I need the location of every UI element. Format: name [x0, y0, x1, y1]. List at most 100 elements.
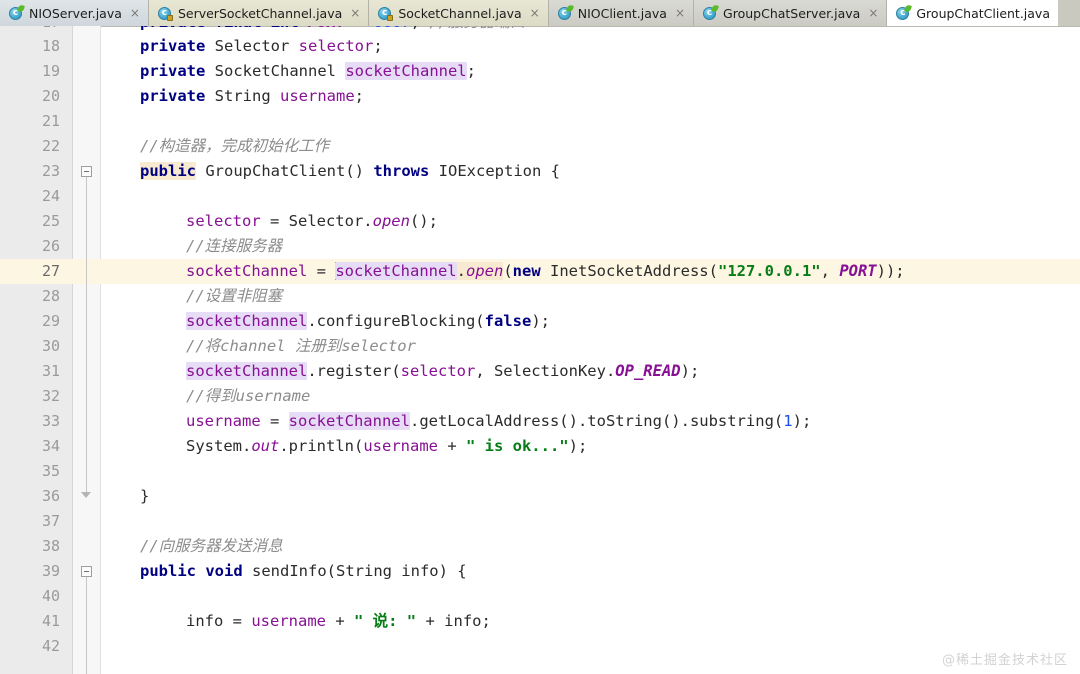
- line-source: selector = Selector.open();: [186, 212, 438, 230]
- line-number: 22: [41, 137, 60, 155]
- line-number: 36: [41, 487, 60, 505]
- line-number: 35: [41, 462, 60, 480]
- tab-socketchannel-java[interactable]: c SocketChannel.java ×: [369, 0, 549, 26]
- fold-marker-line-39[interactable]: [81, 566, 92, 577]
- code-line-27: 27 socketChannel = socketChannel.open(ne…: [0, 259, 1080, 284]
- code-line-36: 36 }: [0, 484, 1080, 509]
- java-class-icon: c: [703, 4, 719, 20]
- tab-nioclient-java[interactable]: c NIOClient.java ×: [548, 0, 695, 26]
- code-editor[interactable]: 17 private final int PORT = 6667; //服务器端…: [0, 26, 1080, 674]
- line-number: 41: [41, 612, 60, 630]
- code-line-42: 42: [0, 634, 1080, 659]
- line-source: }: [140, 487, 150, 505]
- code-line-34: 34 System.out.println(username + " is ok…: [0, 434, 1080, 459]
- line-source: socketChannel.register(selector, Selecti…: [186, 362, 700, 380]
- line-source: info = username + " 说: " + info;: [186, 612, 491, 630]
- line-source: private Selector selector;: [140, 37, 383, 55]
- code-line-19: 19 private SocketChannel socketChannel;: [0, 59, 1080, 84]
- tab-close-icon[interactable]: ×: [348, 7, 360, 19]
- line-number: 18: [41, 37, 60, 55]
- line-number: 32: [41, 387, 60, 405]
- code-line-24: 24: [0, 184, 1080, 209]
- line-number: 27: [41, 262, 60, 280]
- tab-label: NIOClient.java: [577, 5, 667, 21]
- code-line-25: 25 selector = Selector.open();: [0, 209, 1080, 234]
- code-line-20: 20 private String username;: [0, 84, 1080, 109]
- line-source: socketChannel = socketChannel.open(new I…: [186, 262, 905, 280]
- code-line-41: 41 info = username + " 说: " + info;: [0, 609, 1080, 634]
- code-line-39: 39 public void sendInfo(String info) {: [0, 559, 1080, 584]
- line-source: public GroupChatClient() throws IOExcept…: [140, 162, 560, 180]
- editor-window: c NIOServer.java × c ServerSocketChannel…: [0, 0, 1080, 674]
- line-source: //得到username: [186, 387, 311, 405]
- line-number: 24: [41, 187, 60, 205]
- fold-marker-line-23[interactable]: [81, 166, 92, 177]
- line-number: 37: [41, 512, 60, 530]
- line-source: private final int PORT = 6667; //服务器端口: [140, 26, 526, 34]
- line-number: 29: [41, 312, 60, 330]
- tab-label: SocketChannel.java: [398, 5, 522, 21]
- line-number: 28: [41, 287, 60, 305]
- code-line-30: 30 //将channel 注册到selector: [0, 334, 1080, 359]
- tab-groupchatserver-java[interactable]: c GroupChatServer.java ×: [694, 0, 888, 26]
- line-number: 26: [41, 237, 60, 255]
- code-line-26: 26 //连接服务器: [0, 234, 1080, 259]
- line-source: System.out.println(username + " is ok...…: [186, 437, 588, 455]
- code-line-22: 22 //构造器，完成初始化工作: [0, 134, 1080, 159]
- line-number: 33: [41, 412, 60, 430]
- line-source: //连接服务器: [186, 237, 283, 255]
- java-class-icon: c: [557, 4, 574, 20]
- tab-close-icon[interactable]: ×: [128, 7, 140, 19]
- code-line-38: 38 //向服务器发送消息: [0, 534, 1080, 559]
- line-number: 34: [41, 437, 60, 455]
- line-source: //构造器，完成初始化工作: [140, 137, 330, 155]
- code-text-area[interactable]: 17 private final int PORT = 6667; //服务器端…: [0, 26, 1080, 674]
- editor-tab-bar: c NIOServer.java × c ServerSocketChannel…: [0, 0, 1080, 26]
- tab-label: NIOServer.java: [29, 5, 122, 21]
- line-number: 21: [41, 112, 60, 130]
- line-source: socketChannel.configureBlocking(false);: [186, 312, 550, 330]
- code-line-35: 35: [0, 459, 1080, 484]
- java-class-locked-icon: c: [378, 6, 394, 21]
- tab-nioserver-java[interactable]: c NIOServer.java ×: [0, 0, 149, 26]
- fold-marker-line-36[interactable]: [81, 492, 92, 503]
- tab-groupchatclient-java[interactable]: c GroupChatClient.java: [887, 0, 1058, 26]
- line-number: 40: [41, 587, 60, 605]
- line-source: private String username;: [140, 87, 364, 105]
- code-line-21: 21: [0, 109, 1080, 134]
- line-number: 30: [41, 337, 60, 355]
- watermark: @稀土掘金技术社区: [941, 653, 1068, 668]
- line-number: 39: [41, 562, 60, 580]
- tab-close-icon[interactable]: ×: [866, 7, 878, 19]
- tab-label: ServerSocketChannel.java: [177, 5, 343, 21]
- line-number: 38: [41, 537, 60, 555]
- tab-serversocketchannel-java[interactable]: c ServerSocketChannel.java ×: [148, 0, 370, 26]
- tab-close-icon[interactable]: ×: [673, 7, 685, 19]
- line-number: 17: [0, 26, 60, 34]
- code-line-28: 28 //设置非阻塞: [0, 284, 1080, 309]
- line-number: 31: [41, 362, 60, 380]
- tab-label: GroupChatServer.java: [723, 5, 861, 21]
- code-line-17: 17 private final int PORT = 6667; //服务器端…: [0, 26, 1080, 34]
- tab-close-icon[interactable]: ×: [528, 7, 540, 19]
- line-number: 20: [41, 87, 60, 105]
- line-source: username = socketChannel.getLocalAddress…: [186, 412, 812, 430]
- line-number: 25: [41, 212, 60, 230]
- java-class-locked-icon: c: [157, 6, 173, 21]
- code-line-40: 40: [0, 584, 1080, 609]
- line-number: 23: [41, 162, 60, 180]
- fold-region-line-39: [86, 577, 87, 674]
- code-line-37: 37: [0, 509, 1080, 534]
- line-source: //将channel 注册到selector: [186, 337, 416, 355]
- code-line-23: 23 public GroupChatClient() throws IOExc…: [0, 159, 1080, 184]
- code-line-29: 29 socketChannel.configureBlocking(false…: [0, 309, 1080, 334]
- tab-label: GroupChatClient.java: [916, 5, 1050, 21]
- line-source: private SocketChannel socketChannel;: [140, 62, 476, 80]
- java-class-icon: c: [896, 4, 913, 20]
- code-line-31: 31 socketChannel.register(selector, Sele…: [0, 359, 1080, 384]
- line-source: //向服务器发送消息: [140, 537, 283, 555]
- code-line-33: 33 username = socketChannel.getLocalAddr…: [0, 409, 1080, 434]
- line-source: public void sendInfo(String info) {: [140, 562, 467, 580]
- java-class-icon: c: [9, 4, 25, 20]
- line-number: 19: [41, 62, 60, 80]
